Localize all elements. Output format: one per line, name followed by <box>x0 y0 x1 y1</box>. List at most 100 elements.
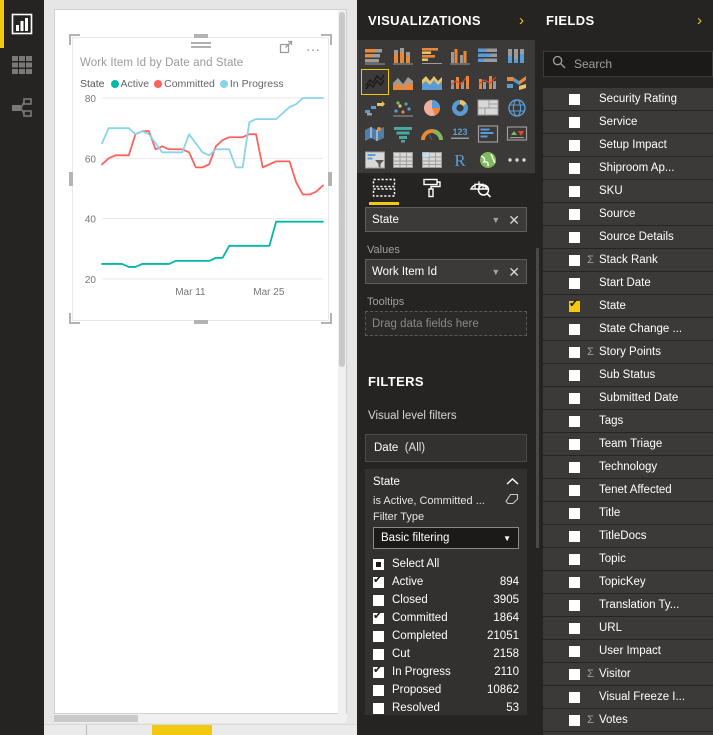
chevron-up-icon[interactable] <box>506 473 519 491</box>
field-item-title[interactable]: ΣTitle <box>543 502 713 524</box>
field-item-visitor[interactable]: Σ Visitor <box>543 663 713 685</box>
scroll-thumb[interactable] <box>54 715 138 722</box>
field-item-topic[interactable]: ΣTopic <box>543 548 713 570</box>
rail-item-data-view[interactable] <box>8 52 36 80</box>
field-item-technology[interactable]: ΣTechnology <box>543 456 713 478</box>
field-item-story-points[interactable]: Σ Story Points <box>543 341 713 363</box>
well-values[interactable]: Work Item Id ▼ ✕ <box>365 259 527 284</box>
fields-search-box[interactable]: Search <box>543 51 713 77</box>
field-item-tenet-affected[interactable]: ΣTenet Affected <box>543 479 713 501</box>
field-item-start-date[interactable]: ΣStart Date <box>543 272 713 294</box>
viz-type-more-visuals[interactable] <box>503 147 531 173</box>
field-item-sub-status[interactable]: ΣSub Status <box>543 364 713 386</box>
eraser-icon[interactable] <box>505 492 519 510</box>
field-item-sku[interactable]: ΣSKU <box>543 180 713 202</box>
chevron-down-icon[interactable]: ▼ <box>503 534 511 543</box>
resize-handle-top-right[interactable] <box>321 34 332 45</box>
field-item-security-rating[interactable]: ΣSecurity Rating <box>543 88 713 110</box>
checkbox-icon[interactable] <box>373 594 384 606</box>
viz-type-waterfall-chart[interactable] <box>361 95 389 121</box>
checkbox-icon[interactable] <box>569 530 580 542</box>
viz-type-100-stacked-bar-chart[interactable] <box>474 43 502 69</box>
fields-scrollbar[interactable] <box>535 88 540 735</box>
checkbox-icon[interactable] <box>569 691 580 703</box>
checkbox-icon[interactable] <box>569 415 580 427</box>
chevron-down-icon[interactable]: ▼ <box>491 215 500 225</box>
checkbox-icon[interactable] <box>373 664 384 678</box>
checkbox-icon[interactable] <box>373 574 384 588</box>
checkbox-icon[interactable] <box>569 277 580 289</box>
field-item-stack-rank[interactable]: Σ Stack Rank <box>543 249 713 271</box>
field-item-setup-impact[interactable]: ΣSetup Impact <box>543 134 713 156</box>
viz-type-slicer[interactable] <box>361 147 389 173</box>
remove-field-icon[interactable]: ✕ <box>508 213 520 227</box>
viz-type-line-and-clustered-column-chart[interactable] <box>474 69 502 95</box>
checkbox-icon[interactable] <box>373 558 384 570</box>
checkbox-icon[interactable] <box>569 553 580 565</box>
resize-handle-bottom-left[interactable] <box>69 313 80 324</box>
field-item-votes[interactable]: Σ Votes <box>543 709 713 731</box>
viz-type-gauge[interactable] <box>418 121 446 147</box>
viz-type-100-stacked-column-chart[interactable] <box>503 43 531 69</box>
field-item-source-details[interactable]: ΣSource Details <box>543 226 713 248</box>
checkbox-icon[interactable] <box>569 298 580 312</box>
tab-fields[interactable] <box>369 175 399 205</box>
collapse-fields-chevron-icon[interactable]: › <box>697 13 702 28</box>
visualization-type-grid[interactable]: 123 R <box>357 40 535 173</box>
checkbox-icon[interactable] <box>569 438 580 450</box>
viz-type-ribbon-chart[interactable] <box>503 69 531 95</box>
filter-item-select-all[interactable]: Select All <box>373 555 519 573</box>
viz-type-line-chart[interactable] <box>361 69 390 95</box>
viz-type-clustered-bar-chart[interactable] <box>418 43 446 69</box>
viz-type-clustered-column-chart[interactable] <box>446 43 474 69</box>
scroll-thumb[interactable] <box>339 12 345 367</box>
field-item-service[interactable]: ΣService <box>543 111 713 133</box>
viz-type-map[interactable] <box>503 95 531 121</box>
legend-item-committed[interactable]: Committed <box>154 78 215 90</box>
checkbox-icon[interactable] <box>373 684 384 696</box>
tab-format[interactable] <box>419 175 445 205</box>
checkbox-icon[interactable] <box>569 369 580 381</box>
viz-type-matrix[interactable] <box>418 147 446 173</box>
line-chart-visual[interactable]: … Work Item Id by Date and State State A… <box>69 34 332 324</box>
field-item-translation-ty[interactable]: ΣTranslation Ty... <box>543 594 713 616</box>
viz-type-kpi[interactable] <box>503 121 531 147</box>
checkbox-icon[interactable] <box>569 484 580 496</box>
field-item-shiproom-ap[interactable]: ΣShiproom Ap... <box>543 157 713 179</box>
checkbox-icon[interactable] <box>569 139 580 151</box>
field-item-user-impact[interactable]: ΣUser Impact <box>543 640 713 662</box>
resize-handle-top-left[interactable] <box>69 34 80 45</box>
checkbox-icon[interactable] <box>569 162 580 174</box>
checkbox-icon[interactable] <box>569 714 580 726</box>
viz-type-multi-row-card[interactable] <box>474 121 502 147</box>
field-item-titledocs[interactable]: ΣTitleDocs <box>543 525 713 547</box>
field-item-state-change[interactable]: ΣState Change ... <box>543 318 713 340</box>
chart-plot-area[interactable]: 20 40 60 80 Mar 11 Mar 25 <box>72 92 329 307</box>
filter-item-in-progress[interactable]: In Progress 2110 <box>373 663 519 681</box>
collapse-visualizations-chevron-icon[interactable]: › <box>519 13 524 28</box>
legend-item-in-progress[interactable]: In Progress <box>219 78 284 90</box>
checkbox-icon[interactable] <box>569 576 580 588</box>
field-item-url[interactable]: ΣURL <box>543 617 713 639</box>
checkbox-icon[interactable] <box>569 461 580 473</box>
filter-item-completed[interactable]: Completed 21051 <box>373 627 519 645</box>
focus-mode-icon[interactable] <box>279 40 293 59</box>
chevron-down-icon[interactable]: ▼ <box>491 267 500 277</box>
filter-type-dropdown[interactable]: Basic filtering ▼ <box>373 527 519 549</box>
checkbox-icon[interactable] <box>569 346 580 358</box>
viz-type-pie-chart[interactable] <box>418 95 446 121</box>
page-tab-bar[interactable] <box>44 724 357 735</box>
field-item-source[interactable]: ΣSource <box>543 203 713 225</box>
canvas-vertical-scrollbar[interactable] <box>338 10 346 715</box>
viz-type-arcgis-map[interactable] <box>474 147 502 173</box>
field-item-state[interactable]: ΣState <box>543 295 713 317</box>
filter-item-closed[interactable]: Closed 3905 <box>373 591 519 609</box>
field-item-team-triage[interactable]: ΣTeam Triage <box>543 433 713 455</box>
checkbox-icon[interactable] <box>569 185 580 197</box>
checkbox-icon[interactable] <box>569 645 580 657</box>
resize-handle-top[interactable] <box>193 34 208 38</box>
viz-type-scatter-chart[interactable] <box>389 95 417 121</box>
viz-type-line-and-stacked-column-chart[interactable] <box>446 69 474 95</box>
resize-handle-bottom[interactable] <box>193 320 208 324</box>
checkbox-icon[interactable] <box>569 668 580 680</box>
